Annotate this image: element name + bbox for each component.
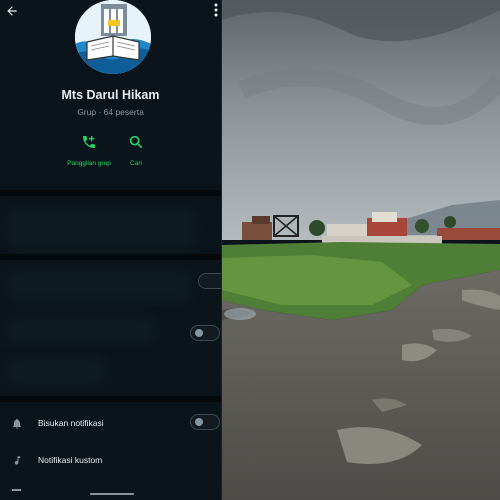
landscape-scene bbox=[222, 0, 500, 500]
obscured-toggle[interactable] bbox=[198, 273, 221, 289]
obscured-section bbox=[6, 208, 196, 248]
group-call-button[interactable]: Panggilan grup bbox=[64, 134, 114, 168]
obscured-section bbox=[6, 356, 106, 386]
custom-notifications-label: Notifikasi kustom bbox=[38, 455, 103, 465]
obscured-section bbox=[6, 270, 191, 302]
back-arrow-icon[interactable] bbox=[2, 2, 22, 20]
custom-notifications-row[interactable]: Notifikasi kustom bbox=[0, 448, 221, 472]
group-subtitle: Grup · 64 peserta bbox=[77, 107, 144, 117]
phone-add-icon bbox=[64, 134, 114, 152]
obscured-toggle[interactable] bbox=[190, 325, 220, 341]
group-title: Mts Darul Hikam bbox=[61, 88, 160, 102]
group-avatar[interactable] bbox=[75, 0, 151, 74]
music-note-icon bbox=[0, 454, 34, 467]
mute-notifications-row[interactable]: Bisukan notifikasi bbox=[0, 411, 221, 435]
mute-notifications-label: Bisukan notifikasi bbox=[38, 418, 104, 428]
mute-notifications-toggle[interactable] bbox=[190, 414, 220, 430]
home-indicator[interactable] bbox=[90, 493, 134, 495]
toggle-knob bbox=[195, 418, 203, 426]
toggle-knob bbox=[195, 329, 203, 337]
group-call-label: Panggilan grup bbox=[67, 160, 111, 167]
bell-icon bbox=[0, 417, 34, 430]
more-options-icon[interactable] bbox=[209, 2, 221, 18]
search-label: Cari bbox=[130, 160, 142, 167]
section-divider bbox=[0, 396, 221, 402]
street-view-photo bbox=[222, 0, 500, 500]
search-button[interactable]: Cari bbox=[111, 134, 161, 168]
section-divider bbox=[0, 190, 221, 196]
search-icon bbox=[111, 134, 161, 152]
group-info-panel: Mts Darul Hikam Grup · 64 peserta Panggi… bbox=[0, 0, 221, 500]
partial-row-icon bbox=[12, 489, 21, 491]
section-divider bbox=[0, 254, 221, 260]
obscured-section bbox=[6, 316, 156, 344]
